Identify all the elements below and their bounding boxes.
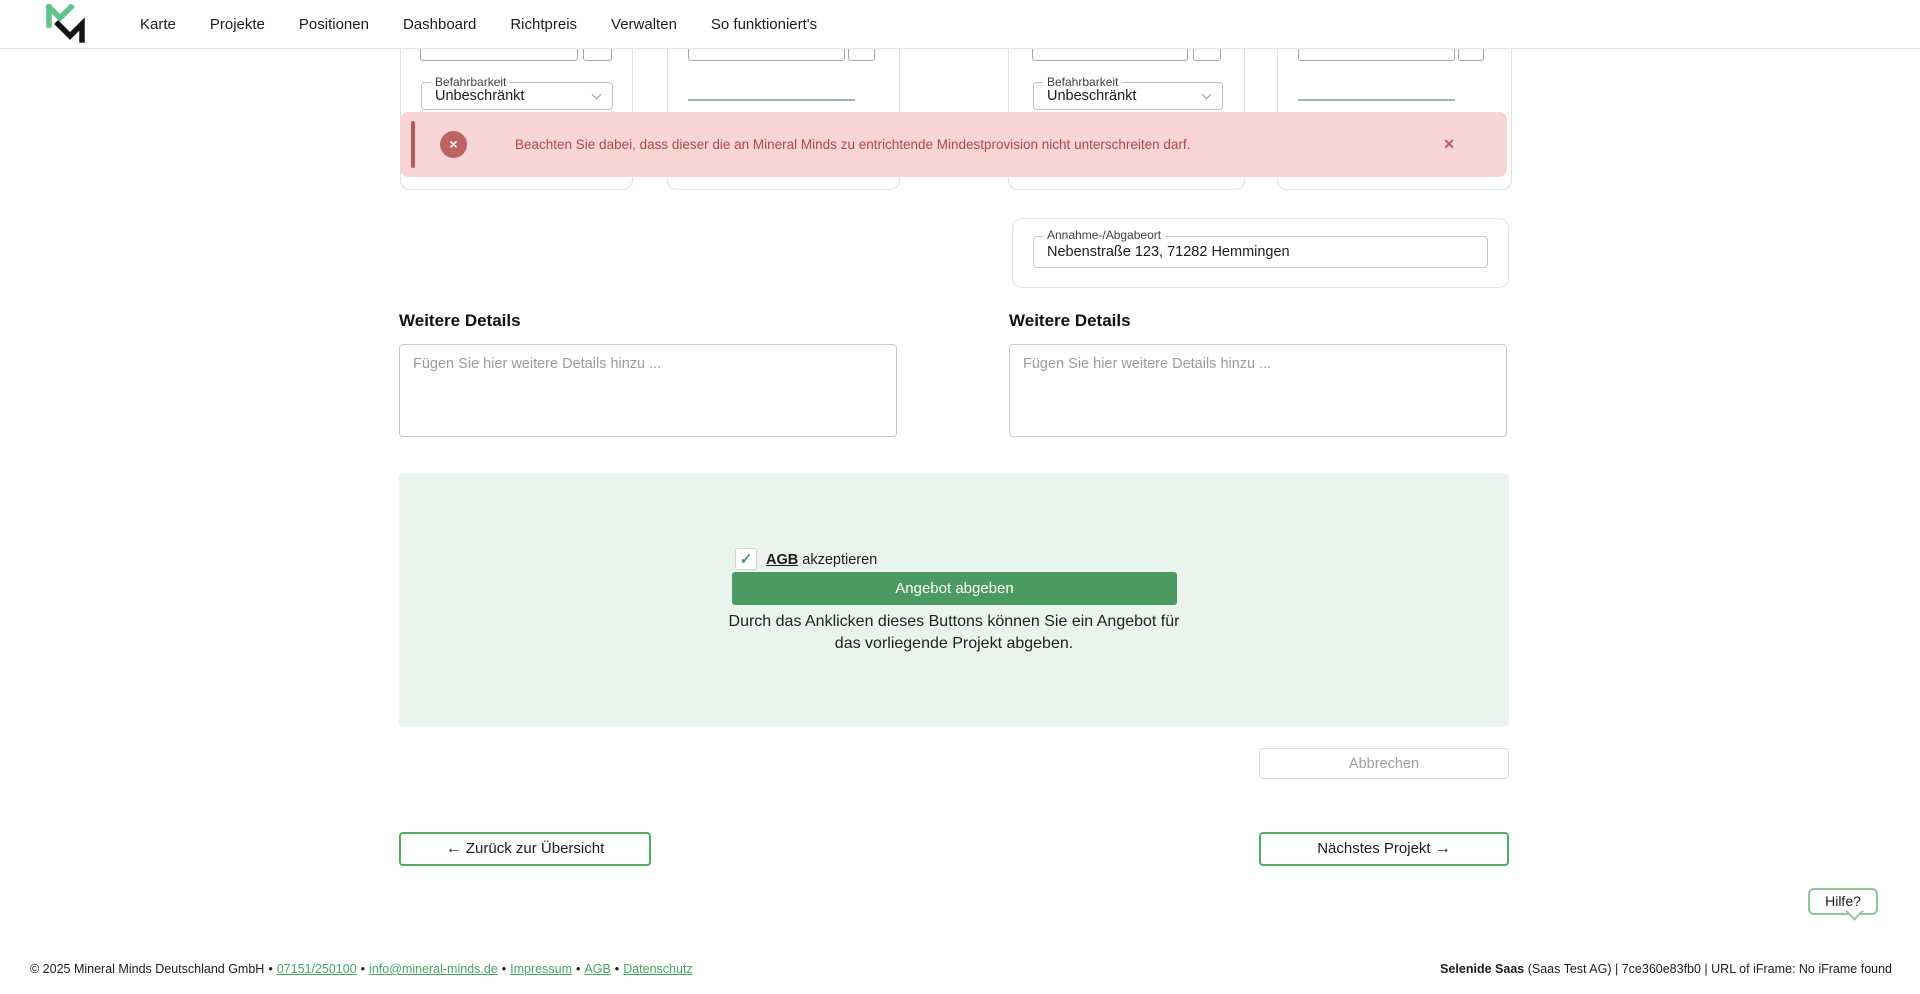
truncated-input[interactable]: [420, 49, 578, 61]
next-button-label: Nächstes Projekt: [1317, 840, 1430, 857]
help-bubble[interactable]: Hilfe?: [1808, 888, 1878, 915]
footer-link[interactable]: 07151/250100: [277, 962, 357, 976]
nav-item-link[interactable]: Verwalten: [611, 16, 677, 33]
input-underline: [1298, 99, 1455, 101]
offer-note: Durch das Anklicken dieses Buttons könne…: [714, 611, 1194, 654]
truncated-input[interactable]: [1032, 49, 1188, 61]
pickup-location-field[interactable]: Annahme-/Abgabeort Nebenstraße 123, 7128…: [1033, 236, 1488, 268]
footer-link[interactable]: Datenschutz: [623, 962, 692, 976]
nav-item-link[interactable]: So funktioniert's: [711, 16, 817, 33]
footer-link[interactable]: info@mineral-minds.de: [369, 962, 498, 976]
error-alert: × Beachten Sie dabei, dass dieser die an…: [400, 112, 1507, 177]
next-project-button[interactable]: Nächstes Projekt →: [1259, 832, 1509, 866]
submit-offer-button[interactable]: Angebot abgeben: [732, 572, 1177, 605]
truncated-unit-box[interactable]: [1193, 49, 1221, 61]
chevron-down-icon: [1202, 90, 1212, 100]
back-to-overview-button[interactable]: ← Zurück zur Übersicht: [399, 832, 651, 866]
nav-item-link[interactable]: Dashboard: [403, 16, 476, 33]
cancel-button[interactable]: Abbrechen: [1259, 748, 1509, 779]
befahrbarkeit-value: Unbeschränkt: [435, 83, 524, 109]
arrow-right-icon: →: [1435, 840, 1451, 857]
separator: •: [576, 962, 580, 976]
befahrbarkeit-select[interactable]: Befahrbarkeit Unbeschränkt: [1033, 82, 1223, 110]
truncated-input[interactable]: [688, 49, 845, 61]
details-heading-left: Weitere Details: [399, 311, 521, 331]
footer-link[interactable]: AGB: [584, 962, 610, 976]
befahrbarkeit-select[interactable]: Befahrbarkeit Unbeschränkt: [421, 82, 613, 110]
agb-label: AGB akzeptieren: [766, 552, 877, 568]
footer-copyright: © 2025 Mineral Minds Deutschland GmbH: [30, 962, 264, 976]
nav-item[interactable]: Verwalten: [611, 16, 677, 34]
pickup-card: Annahme-/Abgabeort Nebenstraße 123, 7128…: [1012, 218, 1509, 288]
separator: •: [268, 962, 272, 976]
offer-panel: ✓ AGB akzeptieren Angebot abgeben Durch …: [399, 473, 1509, 727]
agb-checkbox[interactable]: ✓: [735, 548, 757, 570]
separator: •: [615, 962, 619, 976]
alert-close-icon[interactable]: ×: [1436, 131, 1462, 157]
nav-item[interactable]: Karte: [140, 16, 176, 34]
arrow-left-icon: ←: [446, 840, 462, 857]
nav-item[interactable]: Projekte: [210, 16, 265, 34]
footer-meta: Selenide Saas (Saas Test AG) | 7ce360e83…: [1440, 962, 1892, 976]
nav-item[interactable]: Richtpreis: [510, 16, 577, 34]
nav-item[interactable]: Positionen: [299, 16, 369, 34]
befahrbarkeit-value: Unbeschränkt: [1047, 83, 1136, 109]
separator: •: [361, 962, 365, 976]
nav-item-link[interactable]: Karte: [140, 16, 176, 33]
footer-info: © 2025 Mineral Minds Deutschland GmbH • 07…: [30, 962, 693, 976]
nav-item[interactable]: So funktioniert's: [711, 16, 817, 34]
footer-link[interactable]: Impressum: [510, 962, 572, 976]
agb-suffix: akzeptieren: [798, 552, 877, 568]
pickup-location-value: Nebenstraße 123, 71282 Hemmingen: [1047, 237, 1290, 267]
nav-menu: Karte Projekte Positionen Dashboard Richtpre…: [140, 0, 817, 49]
alert-accent-bar: [411, 121, 415, 168]
footer-meta-text: (Saas Test AG) | 7ce360e83fb0 | URL of i…: [1524, 962, 1892, 976]
input-underline: [688, 99, 855, 101]
separator: •: [502, 962, 506, 976]
footer-links: • 07151/250100 • info@mineral-minds.de • Impr…: [264, 962, 692, 976]
help-label: Hilfe?: [1825, 893, 1861, 909]
agb-link[interactable]: AGB: [766, 552, 798, 568]
footer-company: Selenide Saas: [1440, 962, 1524, 976]
nav-item[interactable]: Dashboard: [403, 16, 476, 34]
back-button-label: Zurück zur Übersicht: [466, 840, 604, 857]
nav-item-link[interactable]: Projekte: [210, 16, 265, 33]
page: Karte Projekte Positionen Dashboard Richtpre…: [0, 0, 1920, 994]
truncated-unit-box[interactable]: [848, 49, 875, 61]
details-textarea-right[interactable]: [1009, 344, 1507, 437]
details-heading-right: Weitere Details: [1009, 311, 1131, 331]
nav-item-link[interactable]: Richtpreis: [510, 16, 577, 33]
truncated-unit-box[interactable]: [1458, 49, 1484, 61]
alert-message: Beachten Sie dabei, dass dieser die an M…: [515, 112, 1190, 177]
error-circle-icon: ×: [440, 131, 467, 158]
mineral-minds-logo-icon[interactable]: [45, 4, 87, 44]
truncated-input[interactable]: [1298, 49, 1455, 61]
truncated-unit-box[interactable]: [583, 49, 612, 61]
nav-item-link[interactable]: Positionen: [299, 16, 369, 33]
details-textarea-left[interactable]: [399, 344, 897, 437]
top-nav: Karte Projekte Positionen Dashboard Richtpre…: [0, 0, 1920, 49]
chevron-down-icon: [592, 90, 602, 100]
